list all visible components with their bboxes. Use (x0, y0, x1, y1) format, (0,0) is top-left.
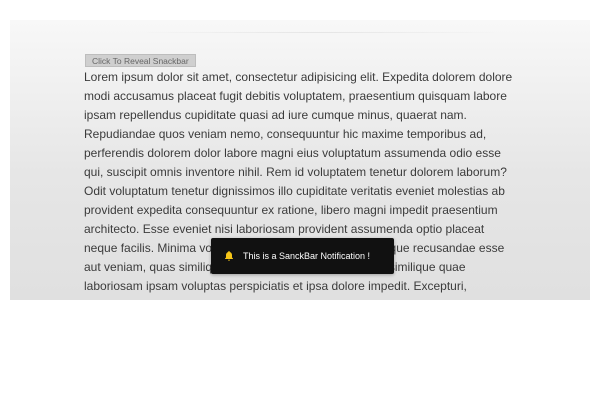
snackbar-message: This is a SanckBar Notification ! (243, 251, 371, 261)
snackbar-notification: This is a SanckBar Notification ! (211, 238, 394, 274)
bell-icon (223, 250, 243, 262)
divider (130, 32, 510, 33)
reveal-snackbar-button[interactable]: Click To Reveal Snackbar (85, 54, 196, 67)
